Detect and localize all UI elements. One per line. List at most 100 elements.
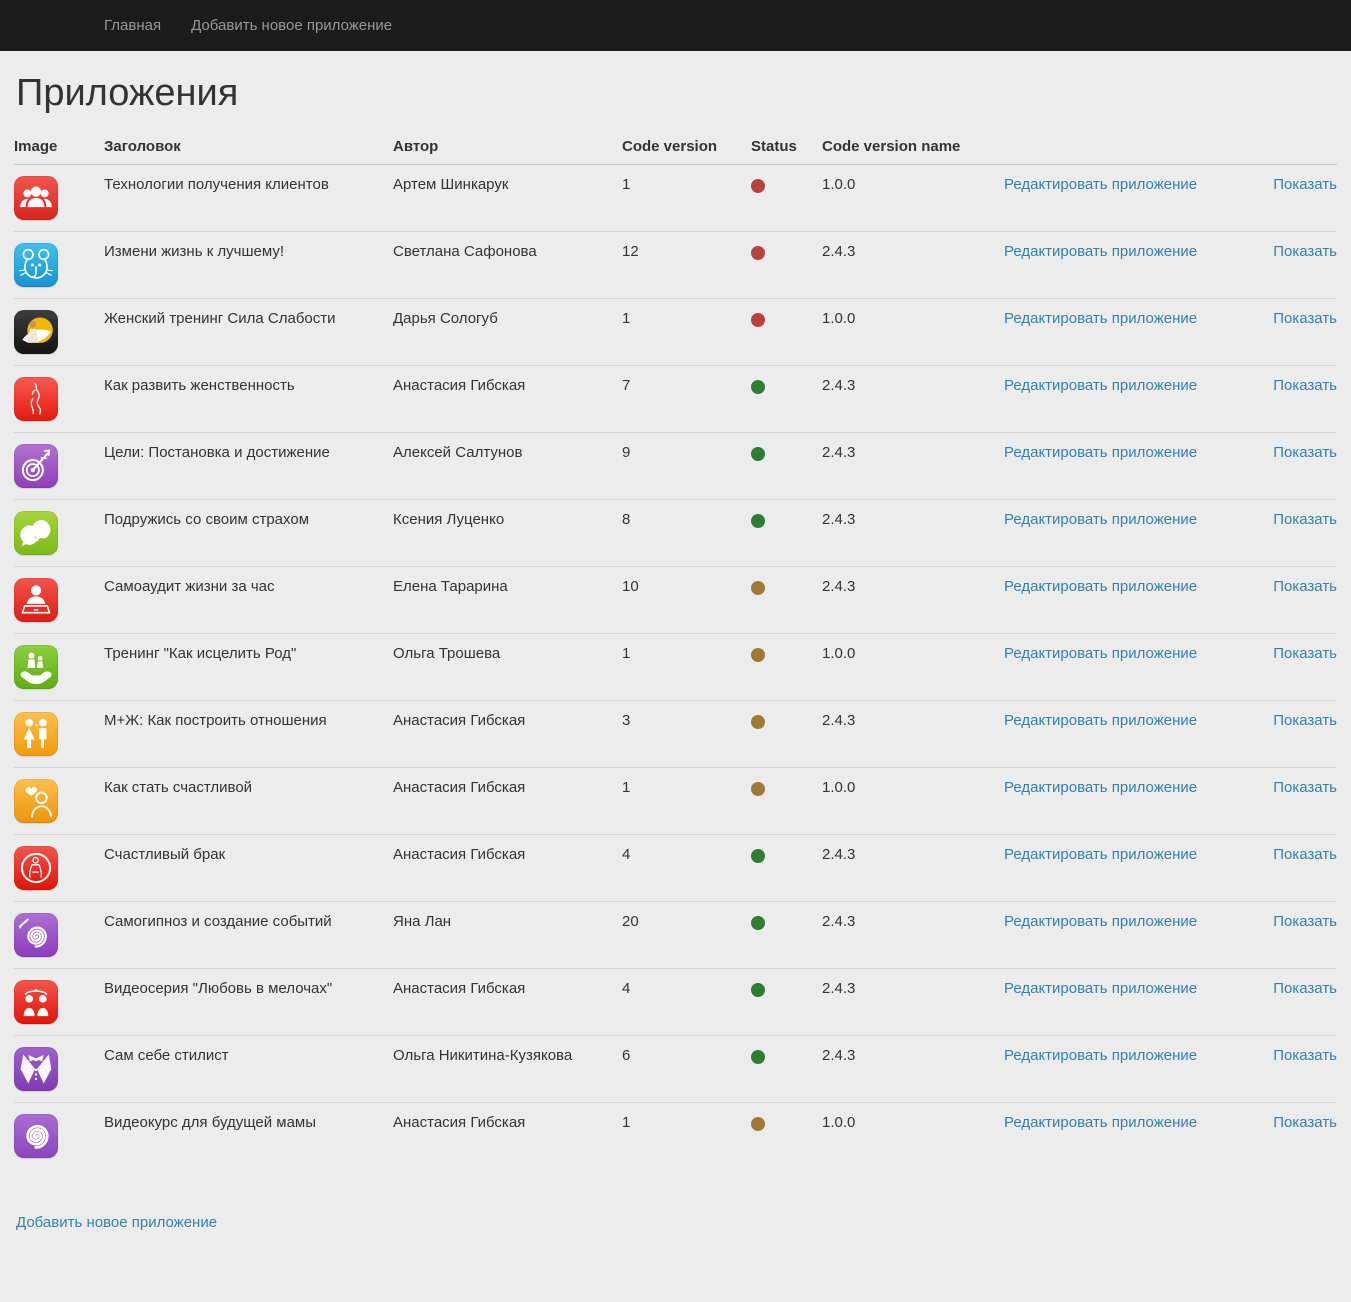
table-row: Как стать счастливой Анастасия Гибская 1…	[14, 768, 1337, 835]
edit-application-link[interactable]: Редактировать приложение	[1004, 980, 1197, 997]
spiral-icon	[14, 1114, 58, 1158]
edit-application-link[interactable]: Редактировать приложение	[1004, 846, 1197, 863]
edit-application-link[interactable]: Редактировать приложение	[1004, 779, 1197, 796]
apps-table-body: Технологии получения клиентов Артем Шинк…	[14, 165, 1337, 1170]
app-title: Цели: Постановка и достижение	[104, 433, 393, 500]
app-title: Самогипноз и создание событий	[104, 902, 393, 969]
table-row: М+Ж: Как построить отношения Анастасия Г…	[14, 701, 1337, 768]
people-group-icon	[14, 176, 58, 220]
app-author: Алексей Салтунов	[393, 433, 622, 500]
applications-table: Image Заголовок Автор Code version Statu…	[14, 130, 1337, 1170]
app-title: Как развить женственность	[104, 366, 393, 433]
app-author: Светлана Сафонова	[393, 232, 622, 299]
app-code-version: 1	[622, 165, 751, 232]
woman-laptop-icon	[14, 578, 58, 622]
app-code-version-name: 1.0.0	[822, 165, 1004, 232]
edit-application-link[interactable]: Редактировать приложение	[1004, 511, 1197, 528]
app-code-version: 8	[622, 500, 751, 567]
app-code-version-name: 2.4.3	[822, 232, 1004, 299]
show-application-link[interactable]: Показать	[1273, 779, 1337, 796]
app-code-version-name: 2.4.3	[822, 835, 1004, 902]
app-code-version: 7	[622, 366, 751, 433]
app-author: Дарья Сологуб	[393, 299, 622, 366]
edit-application-link[interactable]: Редактировать приложение	[1004, 913, 1197, 930]
spiral-pencil-icon	[14, 913, 58, 957]
status-dot	[751, 514, 765, 528]
app-code-version-name: 2.4.3	[822, 701, 1004, 768]
app-title: Самоаудит жизни за час	[104, 567, 393, 634]
status-dot	[751, 447, 765, 461]
show-application-link[interactable]: Показать	[1273, 846, 1337, 863]
show-application-link[interactable]: Показать	[1273, 712, 1337, 729]
edit-application-link[interactable]: Редактировать приложение	[1004, 645, 1197, 662]
header-author: Автор	[393, 130, 622, 165]
show-application-link[interactable]: Показать	[1273, 1114, 1337, 1131]
app-code-version-name: 1.0.0	[822, 634, 1004, 701]
table-row: Видеосерия "Любовь в мелочах" Анастасия …	[14, 969, 1337, 1036]
show-application-link[interactable]: Показать	[1273, 1047, 1337, 1064]
edit-application-link[interactable]: Редактировать приложение	[1004, 243, 1197, 260]
table-row: Технологии получения клиентов Артем Шинк…	[14, 165, 1337, 232]
show-application-link[interactable]: Показать	[1273, 980, 1337, 997]
status-dot	[751, 380, 765, 394]
wedding-pair-icon	[14, 980, 58, 1024]
app-author: Анастасия Гибская	[393, 969, 622, 1036]
app-code-version: 1	[622, 768, 751, 835]
status-dot	[751, 715, 765, 729]
show-application-link[interactable]: Показать	[1273, 511, 1337, 528]
app-author: Анастасия Гибская	[393, 701, 622, 768]
edit-application-link[interactable]: Редактировать приложение	[1004, 712, 1197, 729]
nav-home-link[interactable]: Главная	[89, 0, 176, 51]
app-code-version-name: 2.4.3	[822, 1036, 1004, 1103]
table-header: Image Заголовок Автор Code version Statu…	[14, 130, 1337, 165]
status-dot	[751, 179, 765, 193]
top-navbar: Главная Добавить новое приложение	[0, 0, 1351, 51]
status-dot	[751, 849, 765, 863]
show-application-link[interactable]: Показать	[1273, 578, 1337, 595]
show-application-link[interactable]: Показать	[1273, 176, 1337, 193]
app-author: Анастасия Гибская	[393, 835, 622, 902]
family-in-hands-icon	[14, 645, 58, 689]
bride-circle-icon	[14, 846, 58, 890]
edit-application-link[interactable]: Редактировать приложение	[1004, 444, 1197, 461]
edit-application-link[interactable]: Редактировать приложение	[1004, 1114, 1197, 1131]
table-row: Как развить женственность Анастасия Гибс…	[14, 366, 1337, 433]
header-code-version-name: Code version name	[822, 130, 1004, 165]
app-title: Технологии получения клиентов	[104, 165, 393, 232]
app-code-version-name: 2.4.3	[822, 969, 1004, 1036]
app-code-version: 6	[622, 1036, 751, 1103]
add-application-bottom-link[interactable]: Добавить новое приложение	[16, 1214, 217, 1231]
app-title: Видеосерия "Любовь в мелочах"	[104, 969, 393, 1036]
show-application-link[interactable]: Показать	[1273, 913, 1337, 930]
show-application-link[interactable]: Показать	[1273, 444, 1337, 461]
app-code-version-name: 1.0.0	[822, 1103, 1004, 1170]
target-arrow-icon	[14, 444, 58, 488]
show-application-link[interactable]: Показать	[1273, 645, 1337, 662]
header-edit-spacer	[1004, 130, 1249, 165]
table-row: Женский тренинг Сила Слабости Дарья Соло…	[14, 299, 1337, 366]
edit-application-link[interactable]: Редактировать приложение	[1004, 377, 1197, 394]
app-author: Анастасия Гибская	[393, 366, 622, 433]
app-code-version-name: 2.4.3	[822, 567, 1004, 634]
show-application-link[interactable]: Показать	[1273, 310, 1337, 327]
status-dot	[751, 581, 765, 595]
edit-application-link[interactable]: Редактировать приложение	[1004, 1047, 1197, 1064]
app-author: Анастасия Гибская	[393, 768, 622, 835]
app-author: Яна Лан	[393, 902, 622, 969]
header-show-spacer	[1249, 130, 1337, 165]
app-title: Подружись со своим страхом	[104, 500, 393, 567]
header-status: Status	[751, 130, 822, 165]
edit-application-link[interactable]: Редактировать приложение	[1004, 176, 1197, 193]
app-title: Счастливый брак	[104, 835, 393, 902]
edit-application-link[interactable]: Редактировать приложение	[1004, 310, 1197, 327]
app-code-version: 20	[622, 902, 751, 969]
status-dot	[751, 916, 765, 930]
app-title: Женский тренинг Сила Слабости	[104, 299, 393, 366]
app-code-version-name: 2.4.3	[822, 366, 1004, 433]
nav-add-application-link[interactable]: Добавить новое приложение	[176, 0, 407, 51]
edit-application-link[interactable]: Редактировать приложение	[1004, 578, 1197, 595]
app-code-version-name: 2.4.3	[822, 902, 1004, 969]
show-application-link[interactable]: Показать	[1273, 243, 1337, 260]
show-application-link[interactable]: Показать	[1273, 377, 1337, 394]
status-dot	[751, 246, 765, 260]
